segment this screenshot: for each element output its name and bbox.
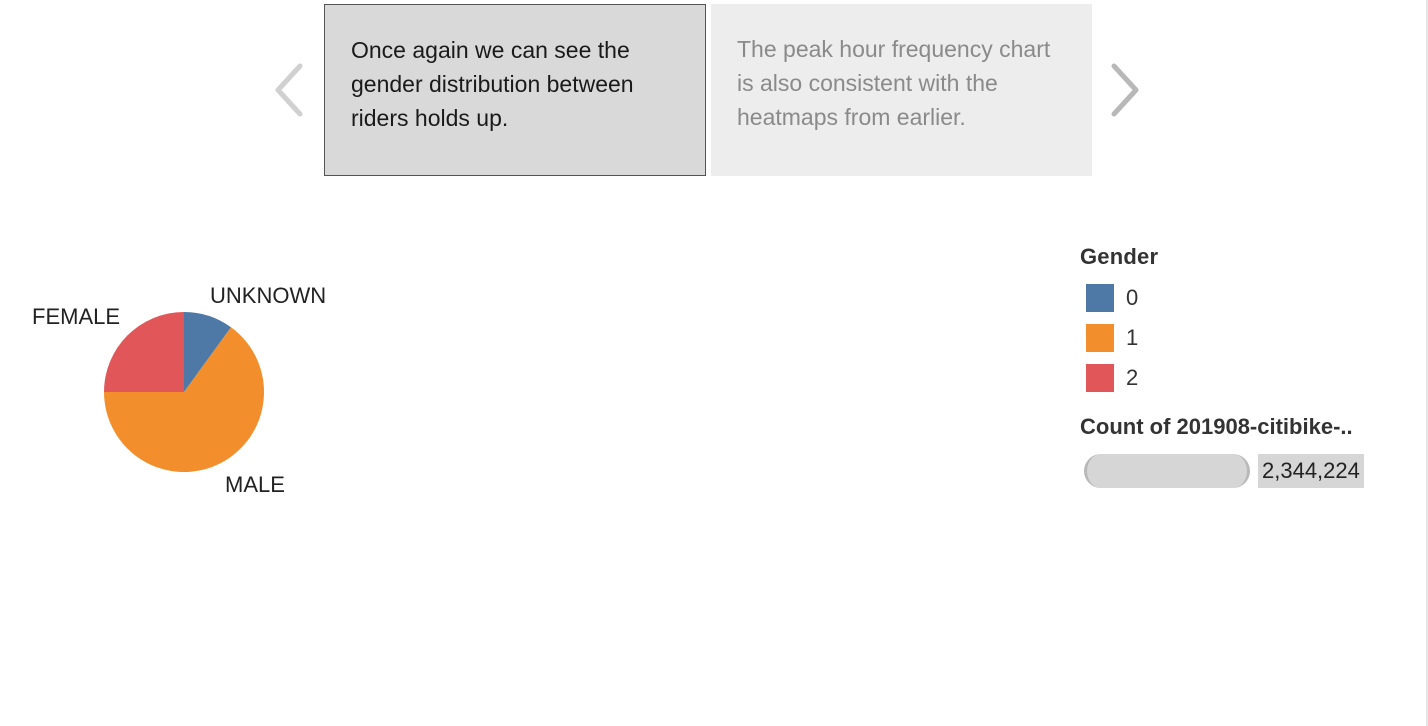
legend-title: Gender (1080, 244, 1159, 269)
legend-label-1: 1 (1126, 325, 1139, 350)
legend-swatch-0 (1086, 284, 1114, 312)
count-filter: Count of 201908-citibike-.. 2,344,224 (1080, 414, 1400, 490)
legend-swatch-2 (1086, 364, 1114, 392)
story-point-1-text: Once again we can see the gender distrib… (351, 37, 634, 131)
gender-pie-chart: UNKNOWN MALE FEMALE (32, 283, 326, 497)
story-point-1[interactable]: Once again we can see the gender distrib… (324, 4, 706, 176)
chevron-right-icon (1111, 63, 1139, 117)
legend-item-0[interactable]: 0 (1080, 278, 1410, 318)
legend-label-2: 2 (1126, 365, 1139, 390)
previous-story-point-button[interactable] (268, 60, 308, 120)
story-point-2[interactable]: The peak hour frequency chart is also co… (711, 4, 1092, 176)
pie-label-male: MALE (225, 472, 285, 497)
pie-label-female: FEMALE (32, 304, 120, 329)
legend-item-1[interactable]: 1 (1080, 318, 1410, 358)
count-value: 2,344,224 (1258, 454, 1364, 488)
next-story-point-button[interactable] (1106, 60, 1146, 120)
legend-swatch-1 (1086, 324, 1114, 352)
pie-label-unknown: UNKNOWN (210, 283, 326, 308)
gender-legend: Gender 0 1 2 (1080, 244, 1410, 398)
chevron-left-icon (275, 63, 303, 117)
legend-item-2[interactable]: 2 (1080, 358, 1410, 398)
count-filter-row: 2,344,224 (1080, 452, 1400, 490)
count-filter-title: Count of 201908-citibike-.. (1080, 414, 1353, 439)
count-range-slider[interactable] (1084, 454, 1250, 488)
story-page: Once again we can see the gender distrib… (0, 0, 1428, 726)
legend-label-0: 0 (1126, 285, 1139, 310)
story-point-2-text: The peak hour frequency chart is also co… (737, 36, 1051, 130)
